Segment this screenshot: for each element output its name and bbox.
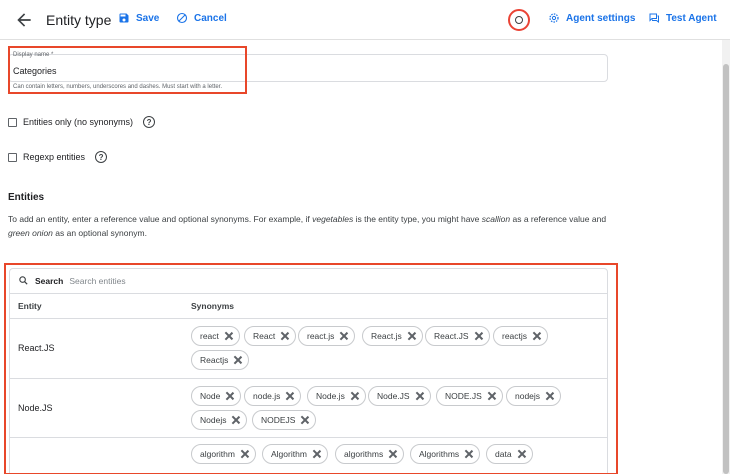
entities-only-checkbox[interactable] xyxy=(8,117,17,127)
regexp-option: Regexp entities ? xyxy=(8,151,108,163)
scrollbar-thumb[interactable] xyxy=(723,64,729,474)
save-button[interactable]: Save xyxy=(118,12,159,24)
save-icon xyxy=(119,13,129,23)
test-agent-button[interactable]: Test Agent xyxy=(648,12,717,24)
help-icon[interactable]: ? xyxy=(95,151,108,163)
circle-icon xyxy=(515,16,523,24)
cancel-button-label: Cancel xyxy=(194,12,227,24)
save-button-label: Save xyxy=(136,12,160,24)
loading-indicator-button[interactable] xyxy=(508,9,530,31)
entities-heading: Entities xyxy=(8,192,45,203)
back-arrow-icon[interactable] xyxy=(14,10,34,30)
chat-icon xyxy=(649,13,659,23)
regexp-checkbox[interactable] xyxy=(8,152,17,162)
entities-only-option: Entities only (no synonyms) ? xyxy=(8,116,156,128)
entities-description: To add an entity, enter a reference valu… xyxy=(8,214,607,238)
page-title: Entity type xyxy=(46,12,112,28)
agent-settings-label: Agent settings xyxy=(566,12,636,24)
regexp-label: Regexp entities xyxy=(23,152,86,162)
test-agent-label: Test Agent xyxy=(666,12,717,24)
gear-icon xyxy=(549,13,559,23)
entities-only-label: Entities only (no synonyms) xyxy=(23,117,134,127)
highlight-box-entities-table xyxy=(4,263,618,474)
top-bar: Entity type Save Cancel Agent settings T… xyxy=(0,0,730,40)
highlight-box-display-name xyxy=(8,46,247,94)
cancel-button[interactable]: Cancel xyxy=(176,12,227,24)
help-icon[interactable]: ? xyxy=(143,116,156,128)
agent-settings-button[interactable]: Agent settings xyxy=(548,12,635,24)
cancel-icon xyxy=(176,12,188,24)
